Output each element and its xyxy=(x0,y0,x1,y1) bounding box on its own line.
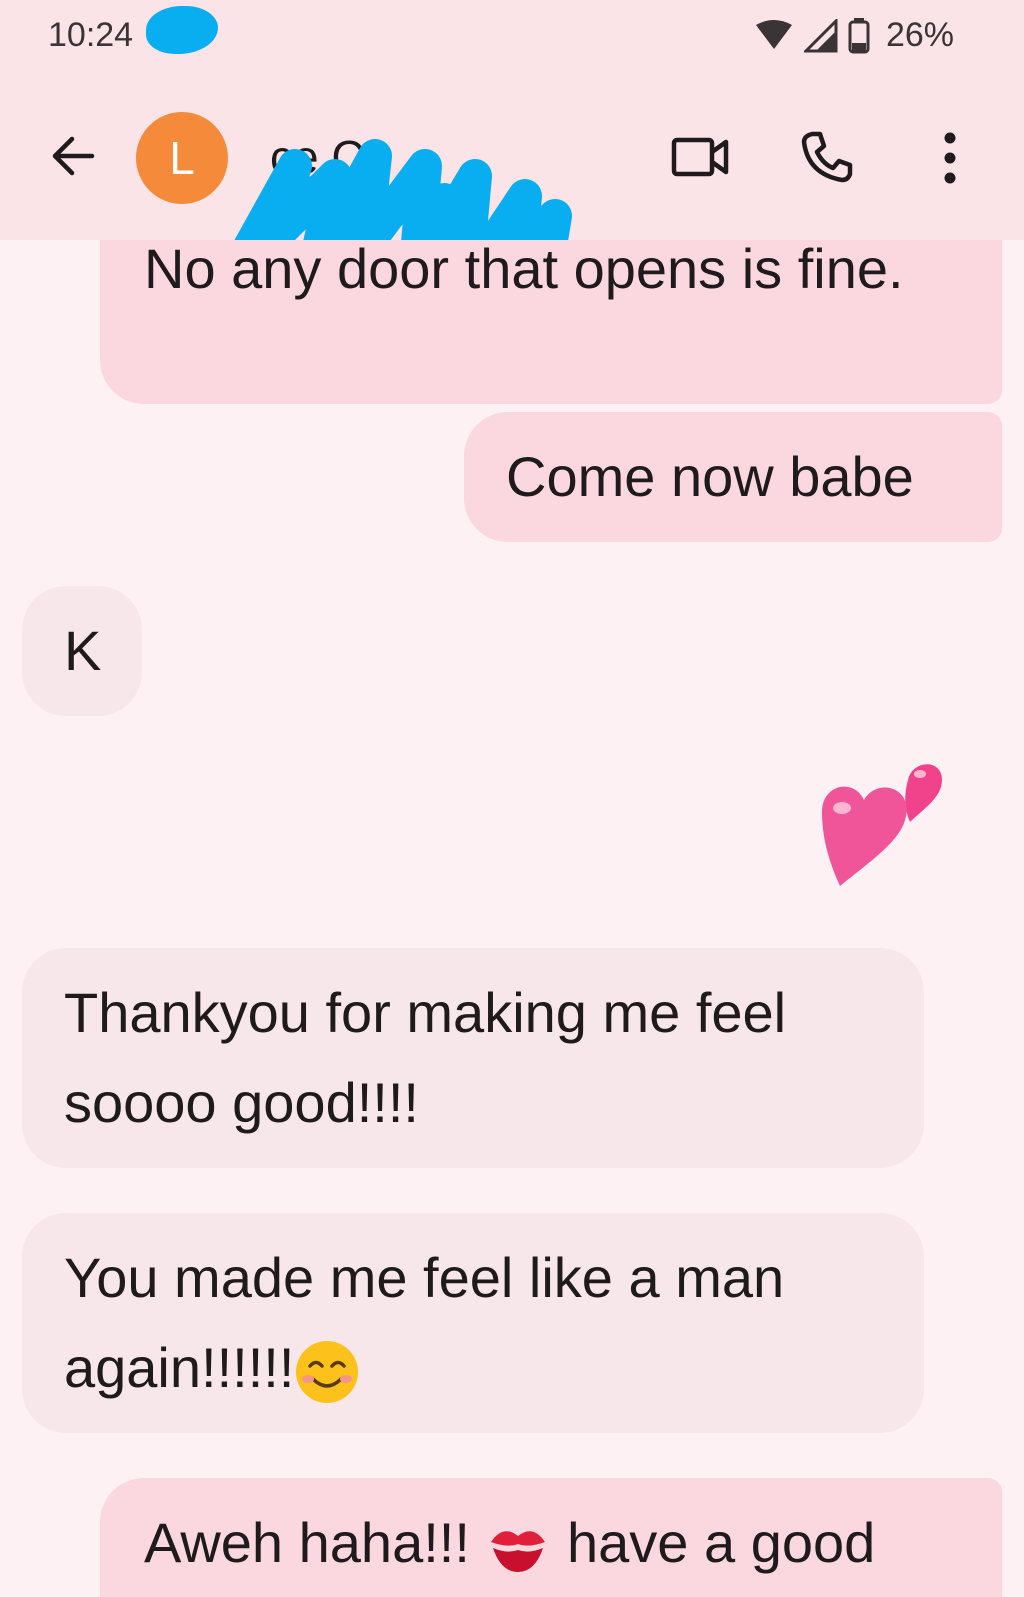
message-bubble-incoming[interactable]: Thankyou for making me feel soooo good!!… xyxy=(22,948,924,1168)
battery-icon xyxy=(848,17,870,53)
avatar-letter: L xyxy=(169,132,195,184)
message-text: have a good xyxy=(567,1511,876,1574)
two-hearts-emoji-icon[interactable] xyxy=(812,750,962,900)
conversation-header: L ce C xyxy=(0,78,1024,313)
more-vert-icon[interactable] xyxy=(935,130,965,186)
smiling-face-emoji-icon xyxy=(296,1341,359,1404)
message-text: No any door that opens is fine. xyxy=(144,240,904,300)
signal-icon xyxy=(803,18,838,52)
status-time: 10:24 xyxy=(48,16,134,54)
wifi-icon xyxy=(755,19,792,49)
avatar[interactable]: L xyxy=(136,112,228,204)
message-text: K xyxy=(64,619,102,682)
message-bubble-incoming[interactable]: K xyxy=(22,586,142,716)
status-icons: 26% xyxy=(754,16,954,55)
battery-percent: 26% xyxy=(885,16,954,54)
message-bubble-outgoing[interactable]: Come now babe xyxy=(464,412,1002,542)
message-bubble-outgoing[interactable]: Aweh haha!!! have a good xyxy=(100,1478,1002,1597)
status-bar: 10:24 26% xyxy=(0,0,1024,78)
back-arrow-icon[interactable] xyxy=(48,131,98,181)
message-text: You made me feel like a man again!!!!!! xyxy=(64,1246,785,1399)
message-text: Come now babe xyxy=(506,445,914,508)
video-call-icon[interactable] xyxy=(670,132,730,182)
message-thread[interactable]: No any door that opens is fine. Come now… xyxy=(0,240,1024,1597)
message-text: Thankyou for making me feel soooo good!!… xyxy=(64,981,787,1134)
redaction-mark xyxy=(146,6,218,54)
message-text: Aweh haha!!! xyxy=(144,1511,470,1574)
kiss-mark-emoji-icon xyxy=(491,1531,546,1573)
message-bubble-outgoing[interactable]: No any door that opens is fine. xyxy=(100,240,1002,404)
message-bubble-incoming[interactable]: You made me feel like a man again!!!!!! xyxy=(22,1213,924,1433)
phone-icon[interactable] xyxy=(800,130,854,184)
